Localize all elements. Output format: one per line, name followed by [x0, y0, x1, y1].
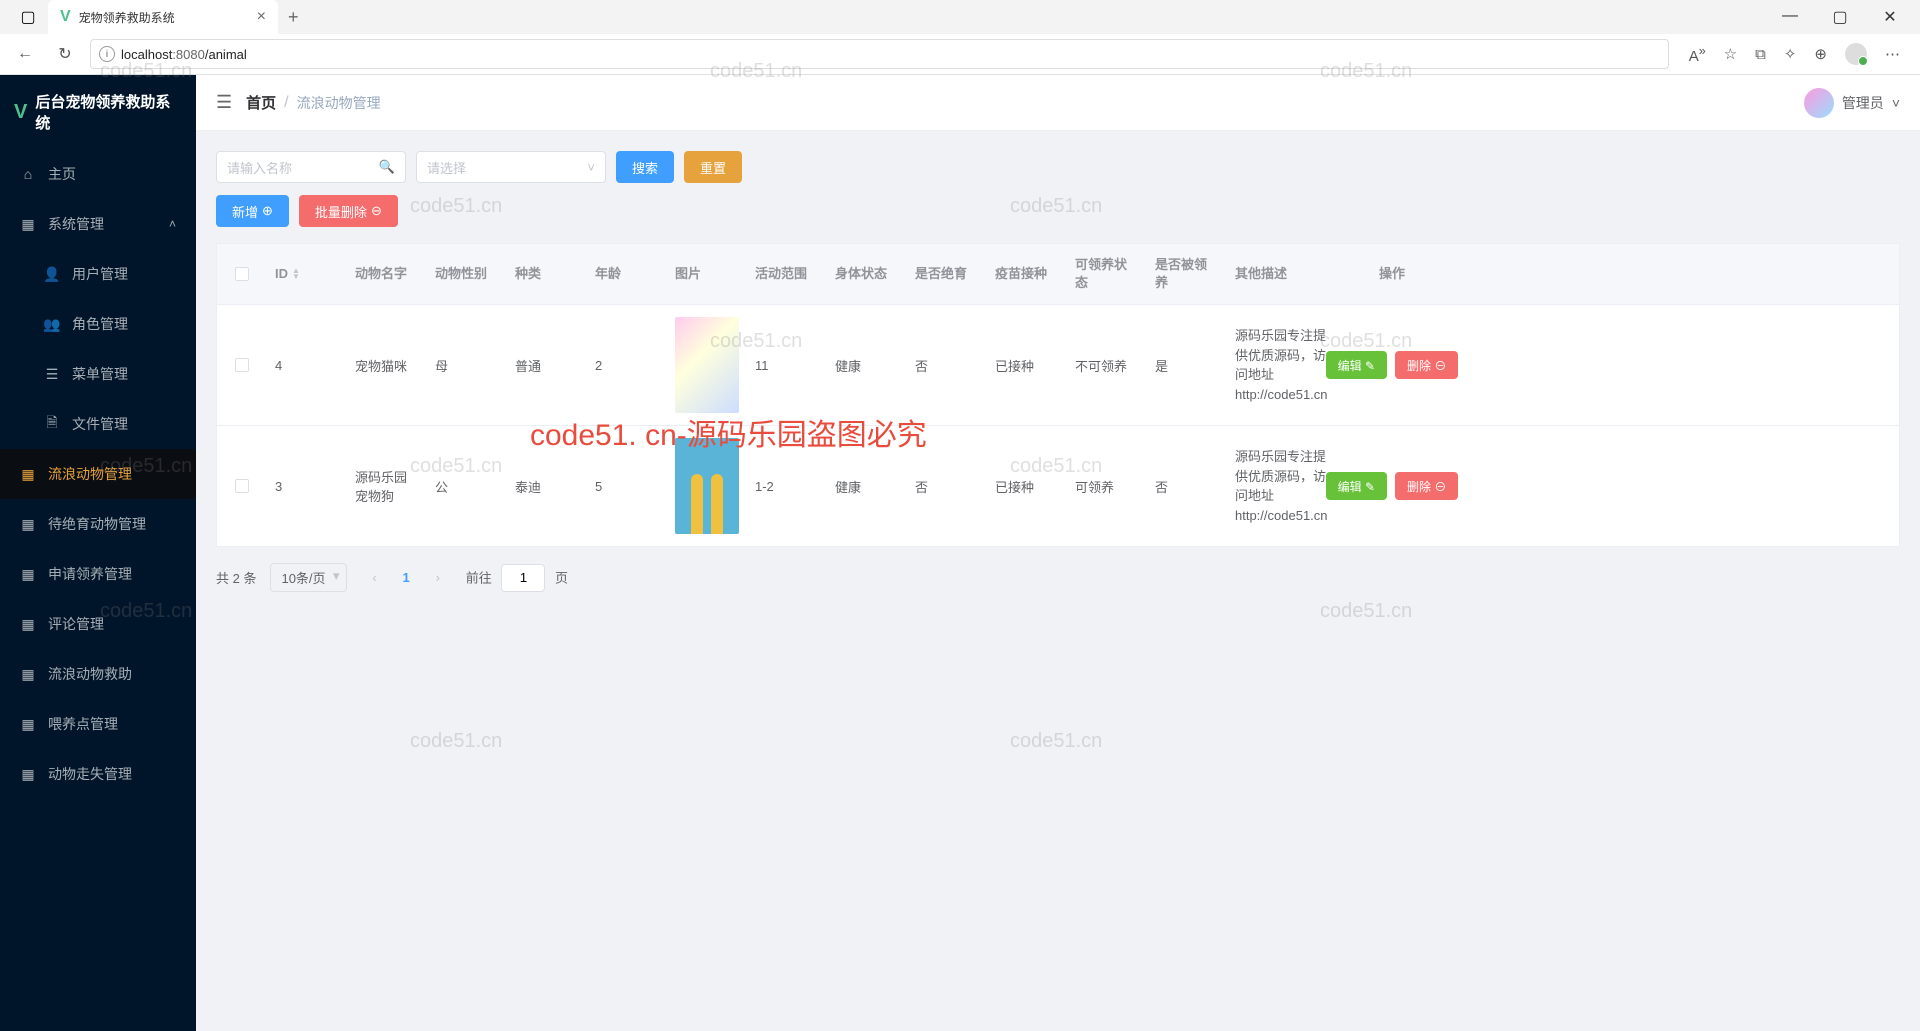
add-button[interactable]: 新增 ⊕ — [216, 195, 289, 227]
more-icon[interactable]: ⋯ — [1885, 45, 1900, 63]
sidebar-item-12[interactable]: ▦动物走失管理 — [0, 749, 196, 799]
data-table: ID▲▼ 动物名字 动物性别 种类 年龄 图片 活动范围 身体状态 是否绝育 疫… — [216, 243, 1900, 547]
menu-icon: ⌂ — [20, 166, 36, 182]
bulk-delete-button[interactable]: 批量删除 ⊖ — [299, 195, 398, 227]
chevron-icon: ˄ — [169, 217, 176, 231]
search-icon: 🔍 — [379, 159, 395, 175]
sort-icon[interactable]: ▲▼ — [292, 268, 300, 280]
sidebar-item-7[interactable]: ▦待绝育动物管理 — [0, 499, 196, 549]
reset-button[interactable]: 重置 — [684, 151, 742, 183]
sidebar-item-5[interactable]: 🗎文件管理 — [0, 399, 196, 449]
pagination-total: 共 2 条 — [216, 568, 256, 587]
collections-icon[interactable]: ⧉ — [1755, 46, 1766, 63]
menu-icon: ▦ — [20, 466, 36, 483]
read-aloud-icon[interactable]: A» — [1689, 44, 1706, 65]
sidebar-item-0[interactable]: ⌂主页 — [0, 149, 196, 199]
menu-icon: ☰ — [44, 366, 60, 383]
user-menu[interactable]: 管理员 ˅ — [1804, 88, 1900, 118]
menu-icon: ▦ — [20, 216, 36, 233]
menu-icon: ▦ — [20, 616, 36, 633]
downloads-icon[interactable]: ⊕ — [1814, 45, 1827, 63]
delete-button[interactable]: 删除 ⊖ — [1395, 472, 1458, 500]
page-size-select[interactable]: 10条/页 — [270, 563, 346, 592]
search-button[interactable]: 搜索 — [616, 151, 674, 183]
site-info-icon[interactable]: i — [99, 46, 115, 62]
menu-icon: ▦ — [20, 666, 36, 683]
sidebar-item-1[interactable]: ▦系统管理˄ — [0, 199, 196, 249]
chevron-down-icon: ˅ — [1892, 95, 1900, 111]
prev-page-icon[interactable]: ‹ — [361, 564, 389, 592]
sidebar: V 后台宠物领养救助系统 ⌂主页▦系统管理˄👤用户管理👥角色管理☰菜单管理🗎文件… — [0, 75, 196, 1031]
page-number[interactable]: 1 — [403, 570, 410, 585]
brand: V 后台宠物领养救助系统 — [0, 75, 196, 149]
browser-tab[interactable]: V 宠物领养救助系统 × — [48, 0, 278, 34]
sidebar-item-9[interactable]: ▦评论管理 — [0, 599, 196, 649]
breadcrumb-current: 流浪动物管理 — [297, 93, 381, 113]
delete-button[interactable]: 删除 ⊖ — [1395, 351, 1458, 379]
favicon-icon: V — [60, 8, 71, 26]
menu-icon: ▦ — [20, 566, 36, 583]
edit-button[interactable]: 编辑 ✎ — [1326, 472, 1387, 500]
close-window-icon[interactable]: ✕ — [1875, 7, 1905, 27]
sidebar-item-6[interactable]: ▦流浪动物管理 — [0, 449, 196, 499]
tab-title: 宠物领养救助系统 — [79, 9, 175, 26]
extensions-icon[interactable]: ✧ — [1784, 45, 1797, 63]
menu-icon: ▦ — [20, 516, 36, 533]
menu-icon: 👥 — [44, 316, 60, 333]
row-checkbox[interactable] — [235, 479, 249, 493]
sidebar-item-11[interactable]: ▦喂养点管理 — [0, 699, 196, 749]
minimize-icon[interactable]: — — [1775, 7, 1805, 27]
menu-icon: 👤 — [44, 266, 60, 283]
sidebar-item-8[interactable]: ▦申请领养管理 — [0, 549, 196, 599]
thumbnail[interactable] — [675, 438, 739, 534]
menu-icon: 🗎 — [44, 412, 60, 436]
logo-icon: V — [14, 101, 27, 124]
table-row: 4宠物猫咪母普通211健康否已接种不可领养是源码乐园专注提供优质源码，访问地址h… — [217, 304, 1899, 425]
sidebar-item-10[interactable]: ▦流浪动物救助 — [0, 649, 196, 699]
next-page-icon[interactable]: › — [424, 564, 452, 592]
browser-chrome: ▢ V 宠物领养救助系统 × + — ▢ ✕ ← ↻ i localhost:8… — [0, 0, 1920, 75]
table-row: 3源码乐园宠物狗公泰迪51-2健康否已接种可领养否源码乐园专注提供优质源码，访问… — [217, 425, 1899, 546]
goto-page-input[interactable] — [501, 564, 545, 592]
address-bar[interactable]: i localhost:8080/animal — [90, 39, 1669, 69]
menu-icon: ▦ — [20, 766, 36, 783]
topbar: ☰ 首页 / 流浪动物管理 管理员 ˅ — [196, 75, 1920, 131]
back-icon[interactable]: ← — [10, 45, 40, 63]
avatar — [1804, 88, 1834, 118]
select-all-checkbox[interactable] — [235, 267, 249, 281]
sidebar-item-3[interactable]: 👥角色管理 — [0, 299, 196, 349]
refresh-icon[interactable]: ↻ — [50, 44, 80, 64]
close-tab-icon[interactable]: × — [257, 8, 266, 26]
window-menu-icon[interactable]: ▢ — [18, 7, 38, 27]
favorite-icon[interactable]: ☆ — [1724, 45, 1737, 63]
chevron-down-icon: ˅ — [587, 160, 595, 175]
menu-icon: ▦ — [20, 716, 36, 733]
maximize-icon[interactable]: ▢ — [1825, 7, 1855, 27]
row-checkbox[interactable] — [235, 358, 249, 372]
collapse-icon[interactable]: ☰ — [216, 92, 232, 113]
pagination: 共 2 条 10条/页 ‹ 1 › 前往 页 — [216, 563, 1900, 592]
edit-button[interactable]: 编辑 ✎ — [1326, 351, 1387, 379]
thumbnail[interactable] — [675, 317, 739, 413]
goto-page: 前往 页 — [466, 564, 568, 592]
profile-avatar-icon[interactable] — [1845, 43, 1867, 65]
sidebar-item-2[interactable]: 👤用户管理 — [0, 249, 196, 299]
search-input[interactable]: 请输入名称 🔍 — [216, 151, 406, 183]
breadcrumb-home[interactable]: 首页 — [246, 92, 276, 113]
filter-select[interactable]: 请选择 ˅ — [416, 151, 606, 183]
new-tab-button[interactable]: + — [278, 7, 309, 28]
sidebar-item-4[interactable]: ☰菜单管理 — [0, 349, 196, 399]
